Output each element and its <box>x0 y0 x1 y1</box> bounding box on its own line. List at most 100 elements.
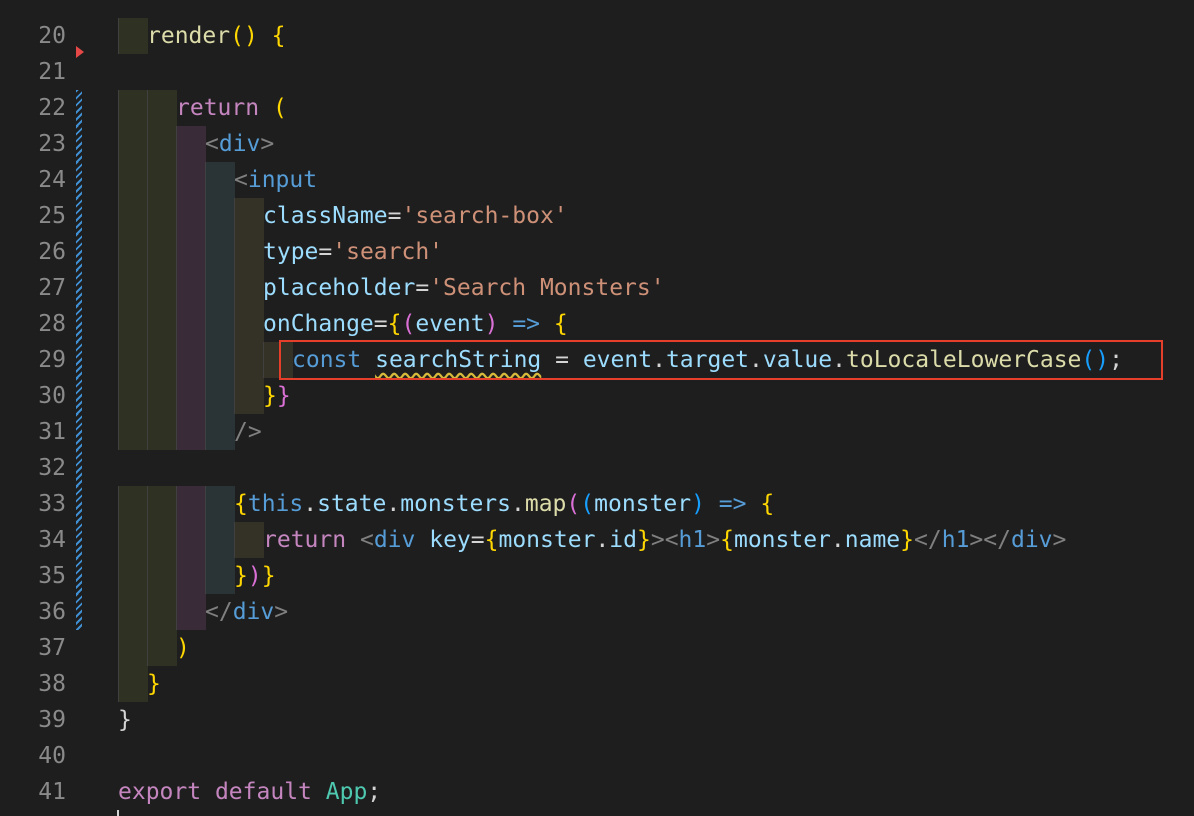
code-text[interactable]: render() { <box>147 18 286 54</box>
code-token: = <box>318 239 333 265</box>
code-text[interactable]: type='search' <box>263 234 443 270</box>
code-token: return <box>263 527 347 553</box>
code-line[interactable]: 27 placeholder='Search Monsters' <box>0 270 1194 306</box>
code-text[interactable]: </div> <box>205 594 288 630</box>
line-number: 36 <box>38 599 66 625</box>
code-token: } <box>261 563 276 589</box>
code-text[interactable]: className='search-box' <box>263 198 568 234</box>
code-text[interactable]: } <box>147 666 161 702</box>
indent-guide <box>118 630 148 666</box>
code-line[interactable]: 35})} <box>0 558 1194 594</box>
code-token: export <box>118 779 202 805</box>
code-text[interactable]: return <div key={monster.id}><h1>{monste… <box>263 522 1066 558</box>
indent-guide <box>118 18 148 54</box>
code-text[interactable]: })} <box>234 558 276 594</box>
code-token: 'search' <box>332 239 444 265</box>
code-token: return <box>176 95 260 121</box>
code-text[interactable]: } <box>118 702 132 738</box>
indent-guide <box>147 306 177 342</box>
indent-guide <box>118 162 148 198</box>
code-line[interactable]: 31 /> <box>0 414 1194 450</box>
line-number: 41 <box>38 779 66 805</box>
code-text[interactable]: }} <box>263 378 291 414</box>
indent-guide <box>234 234 264 270</box>
code-text[interactable]: placeholder='Search Monsters' <box>263 270 665 306</box>
indent-guide <box>147 594 177 630</box>
code-token: input <box>247 167 318 193</box>
line-number: 32 <box>38 455 66 481</box>
code-line[interactable]: 30}} <box>0 378 1194 414</box>
code-token: this <box>247 491 304 517</box>
indent-guide <box>118 90 148 126</box>
code-text[interactable]: /> <box>234 414 262 450</box>
indent-guide <box>118 558 148 594</box>
code-text[interactable]: <div> <box>205 126 274 162</box>
modified-line-indicator <box>76 90 82 126</box>
code-line[interactable]: 25 className='search-box' <box>0 198 1194 234</box>
code-token: < <box>359 527 374 553</box>
code-text[interactable]: onChange={(event) => { <box>263 306 568 342</box>
indent-guide <box>147 414 177 450</box>
code-token: { <box>720 527 734 553</box>
code-line[interactable]: 21 <box>0 54 1194 90</box>
code-line[interactable]: 23 <div> <box>0 126 1194 162</box>
indent-guide <box>234 306 264 342</box>
code-token: placeholder <box>263 275 416 301</box>
indent-guide <box>118 594 148 630</box>
indent-guide <box>147 522 177 558</box>
indent-guide <box>176 414 206 450</box>
code-token: monsters <box>400 491 511 517</box>
indent-guide <box>205 342 235 378</box>
indent-guide <box>118 306 148 342</box>
indent-guide <box>176 594 206 630</box>
code-editor[interactable]: 20 render() {21 22 return (23 <div> 24 <input 2… <box>0 0 1194 816</box>
indent-guide <box>234 198 264 234</box>
code-token: } <box>276 383 291 409</box>
indent-guide <box>147 270 177 306</box>
code-line[interactable]: 24 <input <box>0 162 1194 198</box>
code-line[interactable]: 34 return <div key={monster.id}><h1>{mons… <box>0 522 1194 558</box>
code-line[interactable]: 38} <box>0 666 1194 702</box>
code-token: = <box>373 311 388 337</box>
line-number: 35 <box>38 563 66 589</box>
code-token: div <box>1010 527 1053 553</box>
code-line[interactable]: 22 return ( <box>0 90 1194 126</box>
line-number: 31 <box>38 419 66 445</box>
code-text[interactable]: {this.state.monsters.map((monster) => { <box>234 486 774 522</box>
indent-guide <box>118 234 148 270</box>
code-text[interactable]: ) <box>176 630 190 666</box>
code-token: () <box>230 23 258 49</box>
code-text[interactable]: export default App; <box>118 774 381 810</box>
code-token: . <box>511 491 525 517</box>
code-token: => <box>512 311 541 337</box>
code-text[interactable]: return ( <box>176 90 287 126</box>
code-token: { <box>271 23 286 49</box>
code-text[interactable]: <input <box>234 162 317 198</box>
line-number: 39 <box>38 707 66 733</box>
code-line[interactable]: 36 </div> <box>0 594 1194 630</box>
code-line[interactable]: 40 <box>0 738 1194 774</box>
code-token: { <box>484 527 499 553</box>
code-token: . <box>595 527 610 553</box>
code-line[interactable]: 32 <box>0 450 1194 486</box>
code-line[interactable]: 37) <box>0 630 1194 666</box>
line-number: 27 <box>38 275 66 301</box>
code-token: > <box>706 527 721 553</box>
code-token: = <box>415 275 430 301</box>
line-number: 22 <box>38 95 66 121</box>
code-line[interactable]: 20 render() { <box>0 18 1194 58</box>
code-line[interactable]: 28 onChange={(event) => { <box>0 306 1194 342</box>
line-number: 37 <box>38 635 66 661</box>
line-number: 38 <box>38 671 66 697</box>
indent-guide <box>205 378 235 414</box>
code-line[interactable]: 41 export default App; <box>0 774 1194 810</box>
code-line[interactable]: 33 {this.state.monsters.map((monster) => … <box>0 486 1194 522</box>
code-line[interactable]: 39} <box>0 702 1194 738</box>
code-line[interactable]: 26 type='search' <box>0 234 1194 270</box>
